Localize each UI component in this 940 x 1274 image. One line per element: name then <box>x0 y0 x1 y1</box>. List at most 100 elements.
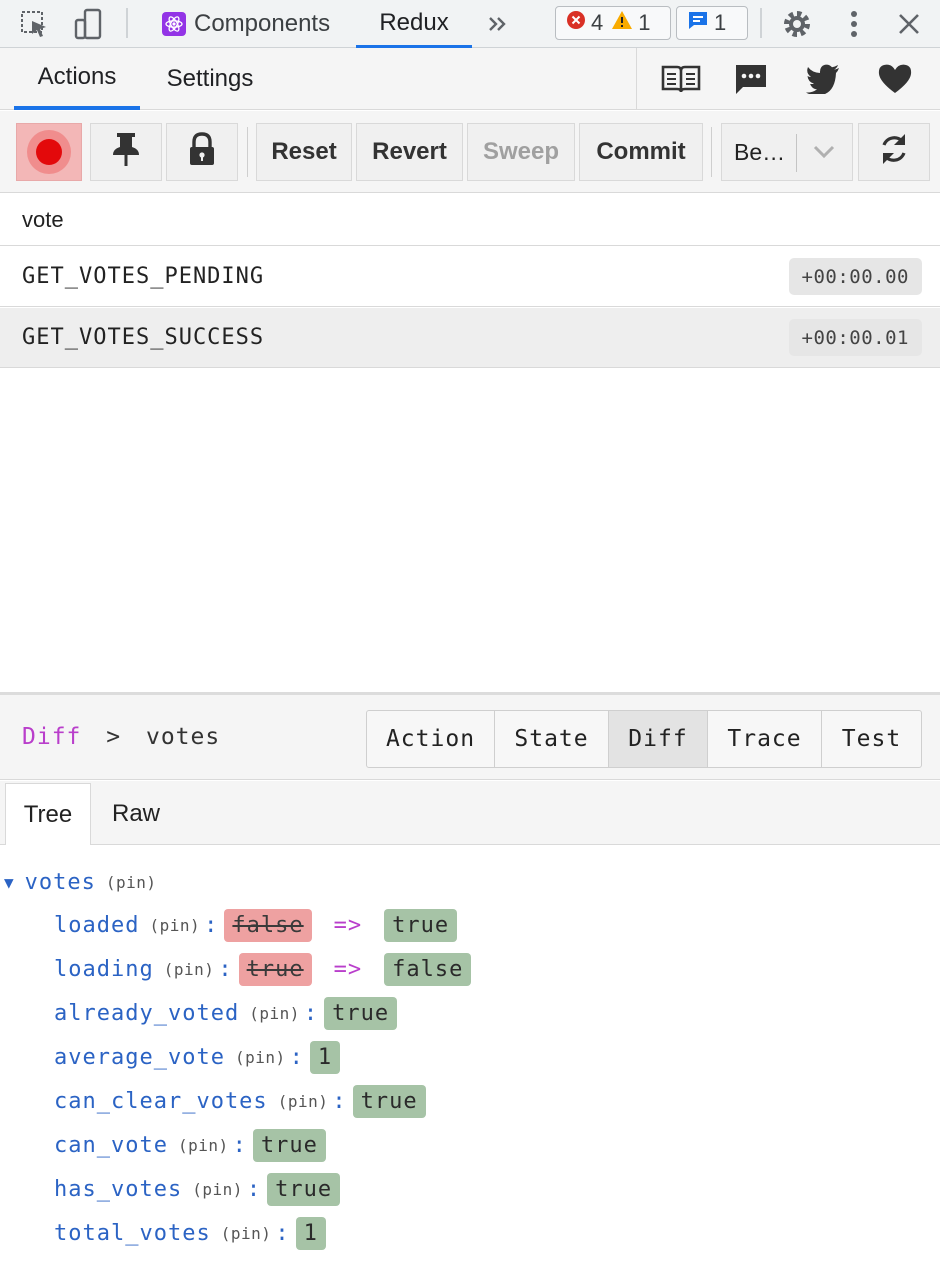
select-divider <box>796 134 797 172</box>
action-time[interactable]: +00:00.00 <box>788 258 922 295</box>
tree-node: has_votes (pin) : true <box>54 1170 341 1208</box>
sweep-button[interactable]: Sweep <box>467 123 575 181</box>
new-value: 1 <box>295 1216 326 1250</box>
node-key: can_clear_votes <box>54 1088 268 1114</box>
breadcrumb-path: votes <box>145 724 221 750</box>
expand-triangle-icon[interactable]: ▼ <box>4 873 15 892</box>
more-tabs-chevron-icon[interactable] <box>482 8 514 40</box>
pin-link[interactable]: (pin) <box>278 1092 329 1111</box>
messages-counter[interactable]: 1 <box>676 6 748 40</box>
tab-components[interactable]: Components <box>162 0 330 48</box>
error-icon <box>566 10 586 36</box>
pin-link[interactable]: (pin) <box>149 916 200 935</box>
pin-link[interactable]: (pin) <box>178 1136 229 1155</box>
issues-counter[interactable]: 4 1 <box>555 6 671 40</box>
filter-value: vote <box>22 207 64 232</box>
diff-arrow: => <box>333 912 363 938</box>
instance-select-value: Be… <box>734 138 786 165</box>
reset-button[interactable]: Reset <box>256 123 352 181</box>
diff-arrow: => <box>333 956 363 982</box>
toolbar-separator <box>711 127 712 177</box>
docs-book-icon[interactable] <box>661 62 701 96</box>
tab-test[interactable]: Test <box>822 711 921 767</box>
pin-link[interactable]: (pin) <box>106 873 157 892</box>
pin-link[interactable]: (pin) <box>221 1224 272 1243</box>
tab-settings[interactable]: Settings <box>150 48 270 110</box>
pin-link[interactable]: (pin) <box>235 1048 286 1067</box>
lock-changes-button[interactable] <box>166 123 238 181</box>
node-key: already_voted <box>54 1000 240 1026</box>
lock-icon <box>188 131 216 173</box>
commit-button[interactable]: Commit <box>579 123 703 181</box>
tab-settings-label: Settings <box>166 65 254 92</box>
feedback-chat-icon[interactable] <box>731 62 771 96</box>
message-icon <box>687 9 709 37</box>
tree-node: can_clear_votes (pin) : true <box>54 1082 426 1120</box>
revert-button[interactable]: Revert <box>356 123 463 181</box>
settings-gear-icon[interactable] <box>781 8 813 40</box>
tree-node: loaded (pin) : false => true <box>54 906 458 944</box>
tab-diff[interactable]: Diff <box>609 711 708 767</box>
tab-components-label: Components <box>194 10 331 37</box>
heart-icon[interactable] <box>875 62 915 96</box>
pin-link[interactable]: (pin) <box>249 1004 300 1023</box>
device-toolbar-icon[interactable] <box>72 8 104 40</box>
node-colon: : <box>204 912 219 938</box>
toolbar-separator <box>247 127 248 177</box>
new-value: 1 <box>309 1040 341 1074</box>
record-icon <box>27 130 71 174</box>
warning-icon <box>611 10 633 36</box>
error-count: 4 <box>591 10 604 35</box>
new-value: true <box>252 1128 326 1162</box>
tab-trace[interactable]: Trace <box>708 711 822 767</box>
message-count: 1 <box>714 10 727 35</box>
pushpin-icon <box>109 131 143 174</box>
old-value: false <box>224 908 312 942</box>
breadcrumb-root[interactable]: Diff <box>22 724 81 750</box>
node-colon: : <box>332 1088 347 1114</box>
action-filter-input[interactable]: vote <box>0 194 940 246</box>
tree-node: already_voted (pin) : true <box>54 994 398 1032</box>
twitter-bird-icon[interactable] <box>803 62 843 96</box>
tab-actions[interactable]: Actions <box>14 48 140 110</box>
commit-label: Commit <box>596 138 686 165</box>
instance-select[interactable]: Be… <box>721 123 853 181</box>
persist-pin-button[interactable] <box>90 123 162 181</box>
chevron-down-icon <box>812 141 836 170</box>
node-key: average_vote <box>54 1044 225 1070</box>
node-colon: : <box>232 1132 247 1158</box>
pin-link[interactable]: (pin) <box>192 1180 243 1199</box>
monitor-tabs-bar: Actions Settings <box>0 48 940 110</box>
action-time[interactable]: +00:00.01 <box>788 319 922 356</box>
action-row-selected[interactable]: GET_VOTES_SUCCESS +00:00.01 <box>0 308 940 368</box>
action-row[interactable]: GET_VOTES_PENDING +00:00.00 <box>0 247 940 307</box>
node-key: can_vote <box>54 1132 168 1158</box>
breadcrumb: Diff > votes <box>22 724 220 750</box>
pin-link[interactable]: (pin) <box>164 960 215 979</box>
tab-action[interactable]: Action <box>367 711 495 767</box>
monitor-toolbar: Reset Revert Sweep Commit Be… <box>0 111 940 193</box>
inspector-tabs: Action State Diff Trace Test <box>366 710 922 768</box>
tab-actions-label: Actions <box>37 63 117 90</box>
node-colon: : <box>218 956 233 982</box>
reset-label: Reset <box>271 138 337 165</box>
toolbar-divider <box>126 8 128 38</box>
new-value: true <box>384 908 458 942</box>
inspect-element-icon[interactable] <box>18 8 50 40</box>
node-colon: : <box>246 1176 262 1202</box>
close-icon[interactable] <box>893 8 925 40</box>
record-button[interactable] <box>16 123 82 181</box>
node-colon: : <box>275 1220 290 1246</box>
react-atom-icon <box>162 12 186 36</box>
sync-button[interactable] <box>858 123 930 181</box>
tree-root-node[interactable]: ▼ votes (pin) <box>4 870 157 895</box>
tab-raw[interactable]: Raw <box>94 783 178 845</box>
node-colon: : <box>289 1044 304 1070</box>
tab-redux-label: Redux <box>379 8 449 36</box>
tab-state[interactable]: State <box>495 711 609 767</box>
tab-tree[interactable]: Tree <box>5 783 91 845</box>
devtools-top-bar: Components Redux 4 1 1 <box>0 0 940 48</box>
kebab-menu-icon[interactable] <box>838 8 870 40</box>
tab-redux[interactable]: Redux <box>356 0 472 48</box>
tree-node: can_vote (pin) : true <box>54 1126 326 1164</box>
